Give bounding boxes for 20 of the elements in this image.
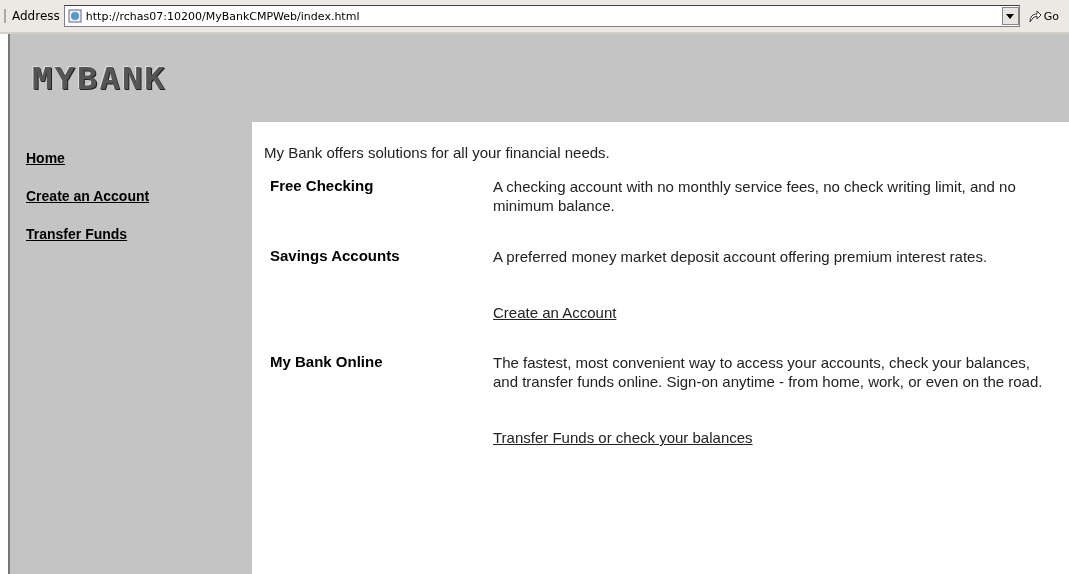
sidebar-link[interactable]: Home: [26, 150, 65, 166]
offer-title: Free Checking: [269, 177, 375, 196]
offer-link[interactable]: Transfer Funds or check your balances: [493, 429, 753, 446]
intro-text: My Bank offers solutions for all your financial needs.: [264, 144, 611, 161]
offer-link[interactable]: Create an Account: [493, 304, 617, 321]
offer-description: A preferred money market deposit account offering premium interest rates.: [493, 247, 989, 266]
page-icon: [67, 9, 82, 23]
logo: MYBANK: [32, 60, 167, 96]
arrow-icon: [1027, 9, 1042, 23]
offer-description: The fastest, most convenient way to access your accounts, check your balances, and transfer funds online. Sign-on anytime - from home, work, or even on the road.: [493, 353, 1044, 391]
dropdown-button[interactable]: [1001, 7, 1019, 25]
offer-title: Savings Accounts: [269, 247, 401, 266]
offer-title: My Bank Online: [269, 353, 384, 372]
sidebar-link[interactable]: Create an Account: [26, 188, 150, 204]
go-button[interactable]: Go: [1023, 9, 1063, 23]
address-field[interactable]: http://rchas07:10200/MyBankCMPWeb/index.html: [63, 5, 1020, 27]
sidebar-link[interactable]: Transfer Funds: [26, 226, 128, 242]
caret-icon: [1006, 13, 1015, 19]
address-label: Address: [4, 9, 60, 23]
offer-description: A checking account with no monthly service fees, no check writing limit, and no minimum balance.: [493, 177, 1017, 215]
